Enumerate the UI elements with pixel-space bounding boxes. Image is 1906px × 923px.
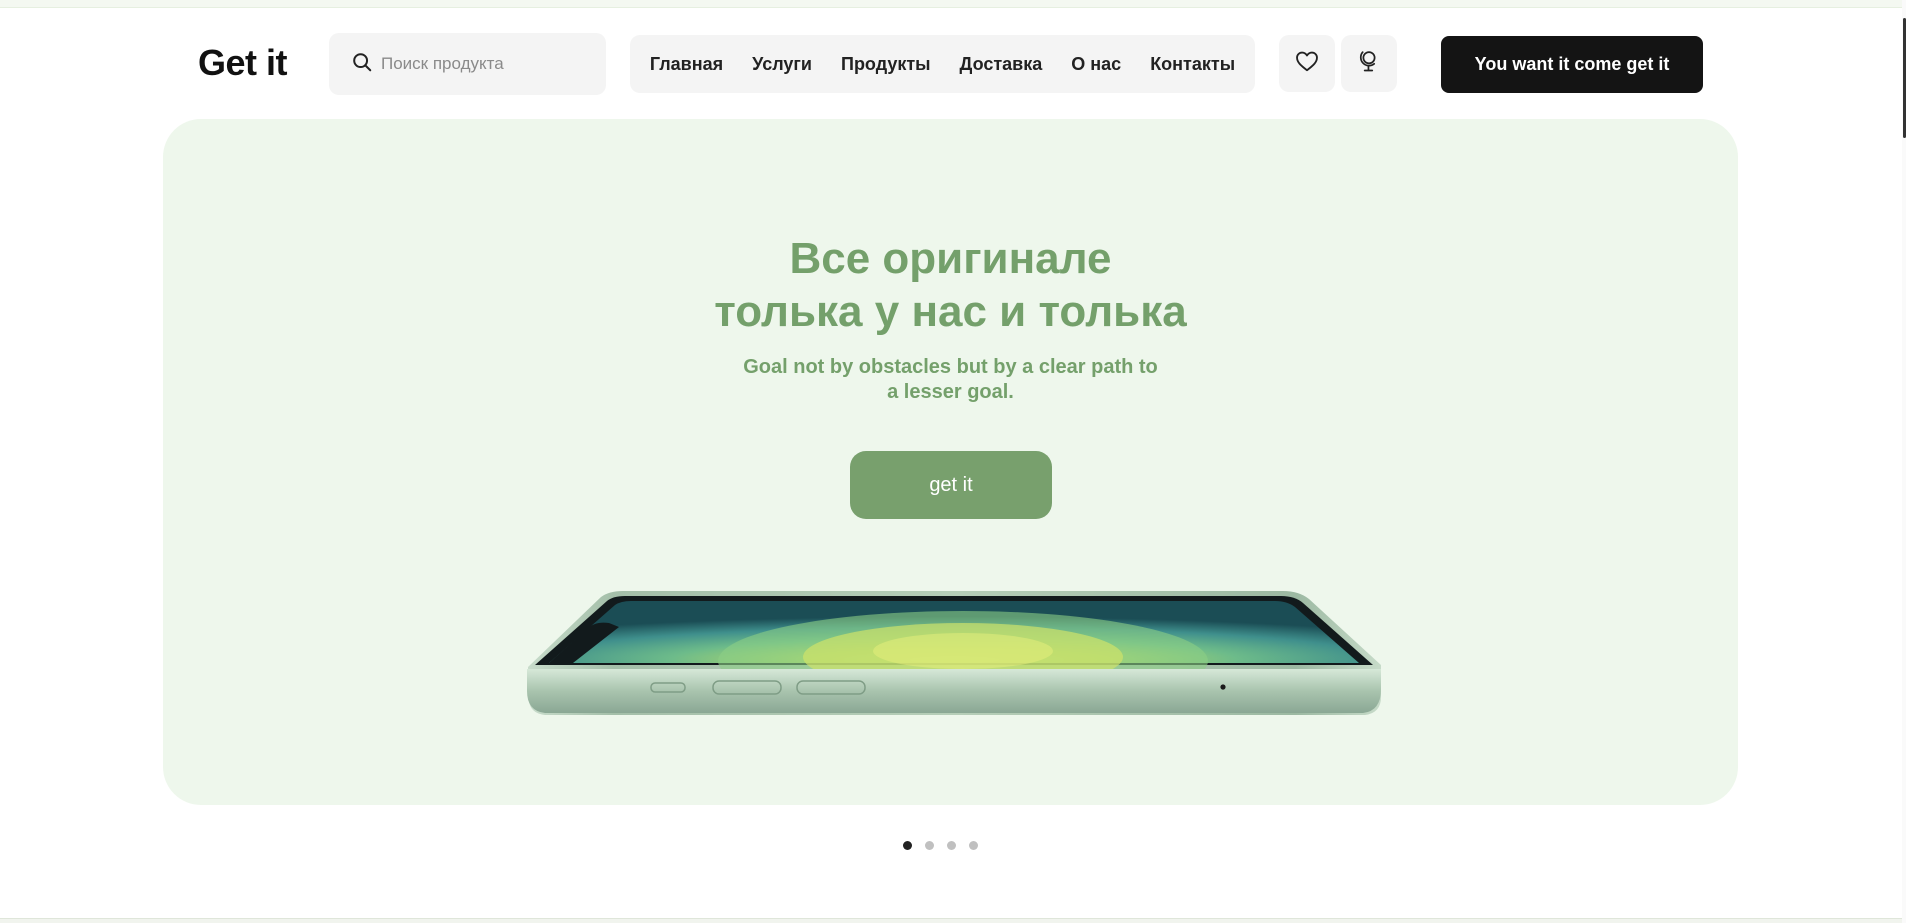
nav-link-products[interactable]: Продукты	[841, 54, 931, 75]
nav-link-home[interactable]: Главная	[650, 54, 723, 75]
globe-icon	[1356, 48, 1382, 79]
search-icon	[351, 51, 373, 78]
carousel-dot[interactable]	[969, 841, 978, 850]
carousel-dot[interactable]	[903, 841, 912, 850]
hero-title: Все оригинале толька у нас и толька	[163, 232, 1738, 338]
bottom-border	[0, 918, 1906, 923]
hero-title-line-2: толька у нас и толька	[714, 287, 1187, 336]
hero-subtitle: Goal not by obstacles but by a clear pat…	[163, 355, 1738, 405]
site-header: Get it Главная Услуги Продукты Доставка …	[0, 0, 1906, 110]
carousel-dot[interactable]	[947, 841, 956, 850]
nav-link-contacts[interactable]: Контакты	[1150, 54, 1235, 75]
carousel-dots	[903, 841, 978, 850]
heart-icon	[1294, 48, 1320, 79]
logo[interactable]: Get it	[198, 41, 288, 85]
nav-link-services[interactable]: Услуги	[752, 54, 812, 75]
hero-subtitle-line-1: Goal not by obstacles but by a clear pat…	[743, 356, 1158, 378]
language-button[interactable]	[1341, 35, 1397, 92]
search-box[interactable]	[329, 33, 606, 95]
hero-banner: Все оригинале толька у нас и толька Goal…	[163, 119, 1738, 805]
hero-get-it-button[interactable]: get it	[850, 451, 1052, 519]
main-nav: Главная Услуги Продукты Доставка О нас К…	[630, 35, 1255, 93]
header-cta-button[interactable]: You want it come get it	[1441, 36, 1703, 93]
nav-link-about[interactable]: О нас	[1071, 54, 1121, 75]
carousel-dot[interactable]	[925, 841, 934, 850]
nav-link-delivery[interactable]: Доставка	[960, 54, 1043, 75]
hero-title-line-1: Все оригинале	[789, 234, 1112, 283]
hero-subtitle-line-2: a lesser goal.	[887, 381, 1014, 403]
scrollbar[interactable]	[1902, 0, 1906, 923]
search-input[interactable]	[381, 54, 591, 74]
favorites-button[interactable]	[1279, 35, 1335, 92]
smartphone-image	[527, 591, 1381, 715]
